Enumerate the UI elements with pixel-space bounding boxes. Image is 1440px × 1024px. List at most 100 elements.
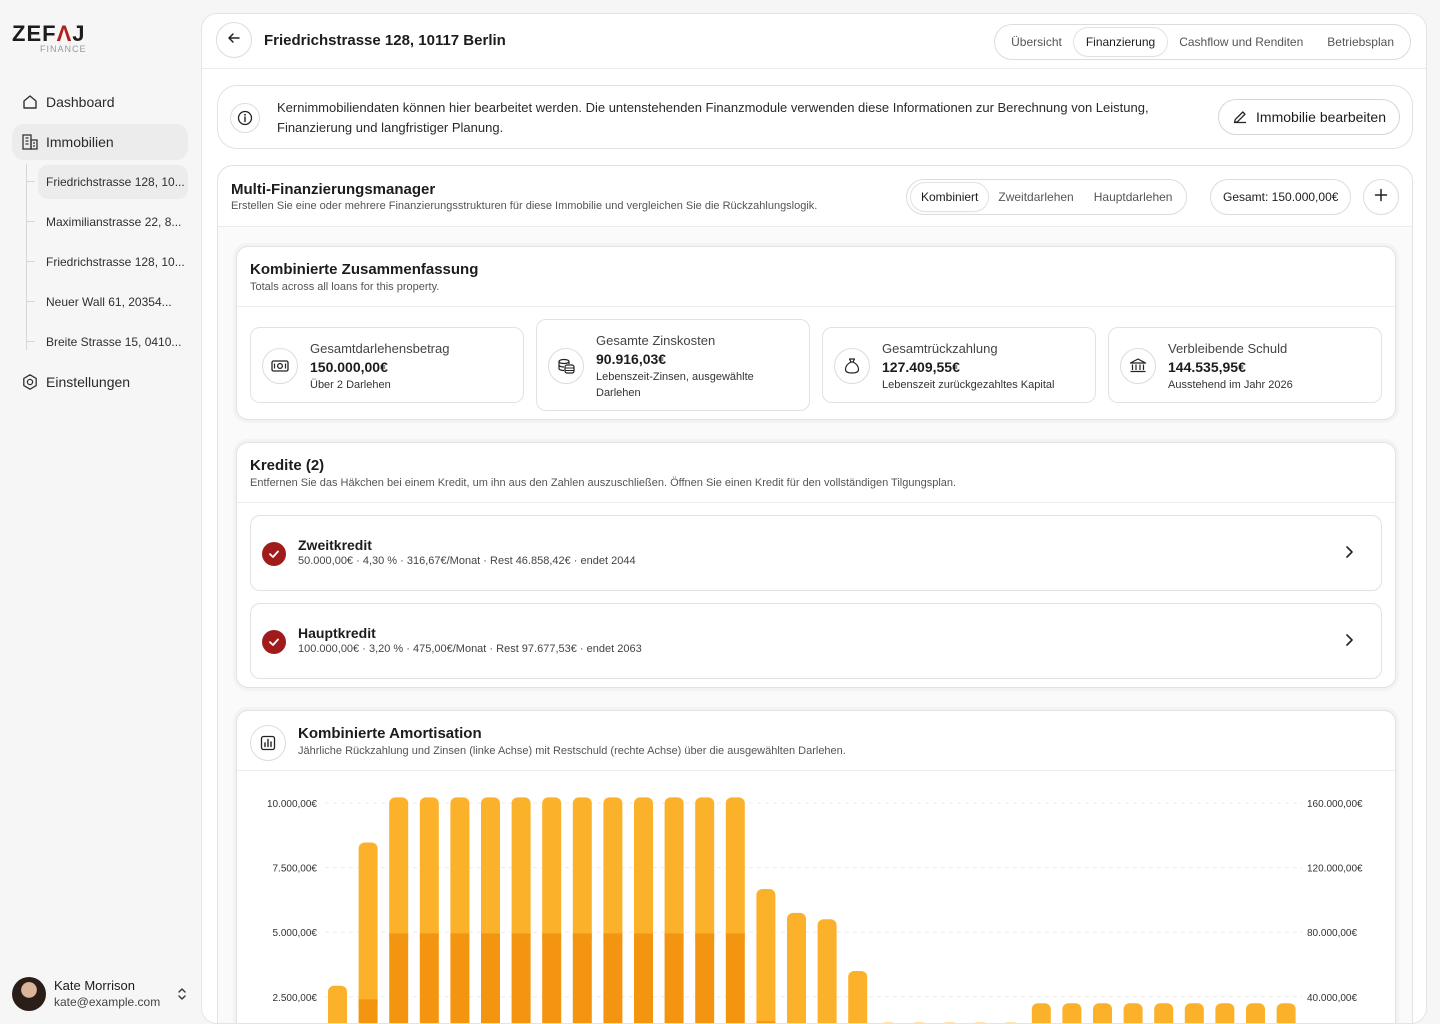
cash-icon [262,348,298,384]
loans-title: Kredite (2) [250,457,325,474]
segment-hauptdarlehen[interactable]: Hauptdarlehen [1084,183,1183,211]
user-name: Kate Morrison [54,978,135,993]
add-loan-button[interactable] [1363,179,1399,215]
y-right-tick-label: 120.000,00€ [1307,864,1363,875]
sidebar: ZEFΛJ FINANCE Dashboard Immobilien Fried… [0,0,200,1024]
bar-segment-light [787,912,806,1023]
arrow-left-icon [226,30,242,51]
bar-segment-dark [481,933,500,1023]
y-left-tick-label: 7.500,00€ [273,864,318,875]
edit-property-label: Immobilie bearbeiten [1256,109,1386,125]
bar-segment-light [817,919,837,1023]
total-badge: Gesamt: 150.000,00€ [1210,179,1352,215]
loans-subtitle: Entfernen Sie das Häkchen bei einem Kred… [250,477,957,489]
info-icon [230,103,260,133]
stat-remaining-debt: Verbleibende Schuld 144.535,95€ Ausstehe… [1108,327,1382,403]
tab-betriebsplan[interactable]: Betriebsplan [1315,28,1406,56]
property-link[interactable]: Breite Strasse 15, 0410... [38,325,188,359]
bar-segment-dark [634,933,653,1023]
bar-segment-dark [419,933,439,1023]
bar-segment-light [511,797,531,944]
info-banner: Kernimmobiliendaten können hier bearbeit… [217,85,1413,149]
stat-total-loan: Gesamtdarlehensbetrag 150.000,00€ Über 2… [250,327,524,403]
bar-segment-light [542,797,562,944]
amortization-title: Kombinierte Amortisation [298,725,482,742]
bar-segment-light [481,797,500,944]
bar-segment-light [572,797,592,944]
amortization-subtitle: Jährliche Rückzahlung und Zinsen (linke … [298,745,846,757]
bar-segment-light [1123,1003,1143,1023]
tab-cashflow[interactable]: Cashflow und Renditen [1167,28,1315,56]
property-link[interactable]: Maximilianstrasse 22, 8... [38,205,188,239]
coins-icon [548,348,584,384]
subnav-tick [27,221,35,222]
stat-note: Über 2 Darlehen [310,379,391,391]
edit-property-button[interactable]: Immobilie bearbeiten [1218,99,1400,135]
loan-details: 50.000,00€ · 4,30 % · 316,67€/Monat · Re… [298,555,636,567]
financing-manager: Multi-Finanzierungsmanager Erstellen Sie… [217,165,1413,1023]
bar-segment-dark [664,933,684,1023]
loan-view-switch: Kombiniert Zweitdarlehen Hauptdarlehen [906,179,1188,215]
user-email: kate@example.com [54,995,161,1009]
bar-segment-light [603,797,623,944]
settings-icon [20,372,40,392]
back-button[interactable] [216,22,252,58]
stat-note: Lebenszeit-Zinsen, ausgewählte Darlehen [596,371,754,399]
loan-name: Zweitkredit [298,537,372,553]
bar-segment-light [756,889,776,1023]
bar-segment-light [1246,1003,1265,1023]
bar-segment-light [1062,1003,1082,1023]
bar-segment-light [328,985,347,1023]
y-right-tick-label: 80.000,00€ [1307,928,1357,939]
manager-title: Multi-Finanzierungsmanager [231,181,436,198]
sidebar-item-einstellungen[interactable]: Einstellungen [12,364,188,400]
logo[interactable]: ZEFΛJ FINANCE [12,22,86,55]
loan-row-zweitkredit[interactable]: Zweitkredit 50.000,00€ · 4,30 % · 316,67… [250,515,1382,591]
tab-finanzierung[interactable]: Finanzierung [1073,28,1168,56]
property-link[interactable]: Friedrichstrasse 128, 10... [38,165,188,199]
subnav-tick [27,341,35,342]
sidebar-item-dashboard[interactable]: Dashboard [12,84,188,120]
bar-segment-dark [389,933,409,1023]
bar-segment-dark [572,933,592,1023]
bar-chart-icon [250,725,286,761]
bar-segment-light [450,797,470,944]
chevron-right-icon[interactable] [1343,632,1355,653]
bar-segment-light [1093,1003,1112,1023]
bar-segment-light [1031,1003,1051,1023]
property-link[interactable]: Neuer Wall 61, 20354... [38,285,188,319]
loan-row-hauptkredit[interactable]: Hauptkredit 100.000,00€ · 3,20 % · 475,0… [250,603,1382,679]
bar-segment-dark [358,999,378,1023]
stat-value: 150.000,00€ [310,359,388,375]
divider [237,770,1395,771]
bar-segment-dark [725,933,745,1023]
property-link[interactable]: Friedrichstrasse 128, 10... [38,245,188,279]
bar-segment-dark [695,933,715,1023]
stat-note: Lebenszeit zurückgezahltes Kapital [882,379,1055,391]
bar-segment-light [358,842,378,1010]
main-panel: Friedrichstrasse 128, 10117 Berlin Übers… [201,13,1427,1024]
bar-segment-light [725,797,745,944]
segment-kombiniert[interactable]: Kombiniert [911,183,989,211]
y-left-tick-label: 2.500,00€ [273,993,318,1004]
loan-checkbox[interactable] [262,630,286,654]
chevron-right-icon[interactable] [1343,544,1355,565]
bar-segment-light [664,797,684,944]
info-text: Kernimmobiliendaten können hier bearbeit… [277,100,1149,135]
chevron-up-down-icon[interactable] [176,986,188,1007]
stat-label: Gesamte Zinskosten [596,333,716,348]
loan-details: 100.000,00€ · 3,20 % · 475,00€/Monat · R… [298,643,642,655]
check-icon [269,638,279,646]
tab-uebersicht[interactable]: Übersicht [999,28,1074,56]
sidebar-item-immobilien[interactable]: Immobilien [12,124,188,160]
bar-segment-dark [511,933,531,1023]
check-icon [269,550,279,558]
page-tabs: Übersicht Finanzierung Cashflow und Rend… [994,24,1411,60]
segment-zweitdarlehen[interactable]: Zweitdarlehen [988,183,1083,211]
user-menu[interactable]: Kate Morrison kate@example.com [12,976,192,1012]
loan-checkbox[interactable] [262,542,286,566]
bar-segment-light [695,797,715,944]
sidebar-item-label: Einstellungen [46,374,131,390]
bar-segment-light [1215,1003,1235,1023]
subnav-line [26,164,27,350]
